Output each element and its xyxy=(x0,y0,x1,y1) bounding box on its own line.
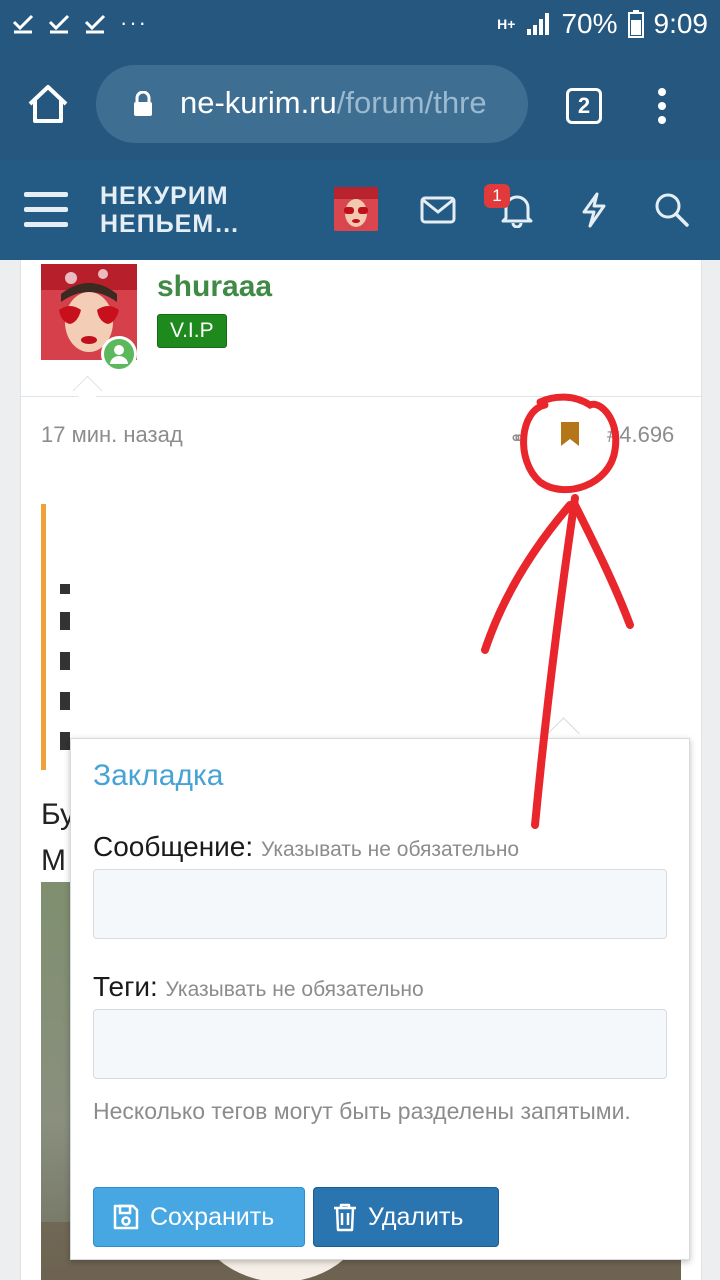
message-label-text: Сообщение: xyxy=(93,831,254,862)
address-bar[interactable]: ne-kurim.ru/forum/thre xyxy=(96,65,528,143)
quote-text-fragment xyxy=(60,692,70,710)
check-notification-icon xyxy=(48,14,70,34)
page-content: shuraaa V.I.P 17 мин. назад ⚭ #4.696 Бу … xyxy=(0,260,720,1280)
message-hint: Указывать не обязательно xyxy=(260,838,520,861)
tags-label-text: Теги: xyxy=(93,971,158,1002)
site-logo[interactable]: НЕКУРИМ НЕПЬЕМ… xyxy=(100,182,240,238)
url-path: /forum/thre xyxy=(336,85,487,120)
tags-explain-text: Несколько тегов могут быть разделены зап… xyxy=(93,1098,631,1124)
notification-badge: 1 xyxy=(484,184,510,208)
lock-icon xyxy=(134,91,152,116)
user-title-badge: V.I.P xyxy=(157,314,227,348)
online-status-icon xyxy=(101,336,137,372)
delete-button[interactable]: Удалить xyxy=(313,1187,499,1247)
browser-toolbar: ne-kurim.ru/forum/thre 2 xyxy=(0,50,720,160)
logo-line-2: НЕПЬЕМ… xyxy=(100,210,241,238)
tab-count: 2 xyxy=(577,93,591,118)
bookmark-icon[interactable] xyxy=(559,420,581,448)
author-divider xyxy=(21,396,701,397)
logo-line-1: НЕКУРИМ xyxy=(100,182,229,210)
post-text-line: М xyxy=(41,844,66,877)
home-icon[interactable] xyxy=(26,82,70,126)
message-input[interactable] xyxy=(93,869,667,939)
check-notification-icon xyxy=(12,14,34,34)
network-type: H+ xyxy=(497,16,516,32)
delete-button-label: Удалить xyxy=(368,1202,464,1231)
header-avatar[interactable] xyxy=(334,187,378,231)
mail-icon[interactable] xyxy=(420,196,456,224)
status-bar: ··· H+ 70% 9:09 xyxy=(0,0,720,50)
signal-icon xyxy=(527,13,550,35)
tabs-button[interactable]: 2 xyxy=(566,88,602,124)
quote-text-fragment xyxy=(60,732,70,750)
quote-block xyxy=(41,504,76,770)
bookmark-popup: Закладка Сообщение: Указывать не обязате… xyxy=(70,738,690,1260)
quote-text-fragment xyxy=(60,584,70,594)
url-domain: ne-kurim.ru xyxy=(180,85,337,120)
tags-hint: Указывать не обязательно xyxy=(165,978,424,1001)
share-icon[interactable]: ⚭ xyxy=(509,426,526,451)
post-number[interactable]: #4.696 xyxy=(607,422,674,448)
notification-icons: ··· xyxy=(12,10,148,36)
more-notifications-icon: ··· xyxy=(120,10,148,35)
battery-icon xyxy=(627,10,644,38)
hamburger-menu-icon[interactable] xyxy=(24,190,68,230)
post-author-name[interactable]: shuraaa xyxy=(157,270,272,304)
divider-arrow xyxy=(72,375,103,406)
battery-percent: 70% xyxy=(561,8,618,39)
search-icon[interactable] xyxy=(654,192,690,228)
overflow-menu-icon[interactable] xyxy=(652,86,672,126)
check-notification-icon xyxy=(84,14,106,34)
save-button[interactable]: Сохранить xyxy=(93,1187,305,1247)
tags-field-label: Теги: Указывать не обязательно xyxy=(93,971,424,1003)
save-icon xyxy=(113,1204,139,1230)
bolt-icon[interactable] xyxy=(580,192,608,228)
tags-input[interactable] xyxy=(93,1009,667,1079)
quote-text-fragment xyxy=(60,652,70,670)
url-text[interactable]: ne-kurim.ru/forum/thre xyxy=(180,85,510,125)
trash-icon xyxy=(334,1203,356,1232)
popup-title: Закладка xyxy=(93,759,224,792)
message-field-label: Сообщение: Указывать не обязательно xyxy=(93,831,519,863)
site-header: НЕКУРИМ НЕПЬЕМ… 1 xyxy=(0,160,720,260)
quote-text-fragment xyxy=(60,612,70,630)
save-button-label: Сохранить xyxy=(150,1202,275,1231)
post-timestamp[interactable]: 17 мин. назад xyxy=(41,422,183,448)
clock: 9:09 xyxy=(653,8,709,39)
